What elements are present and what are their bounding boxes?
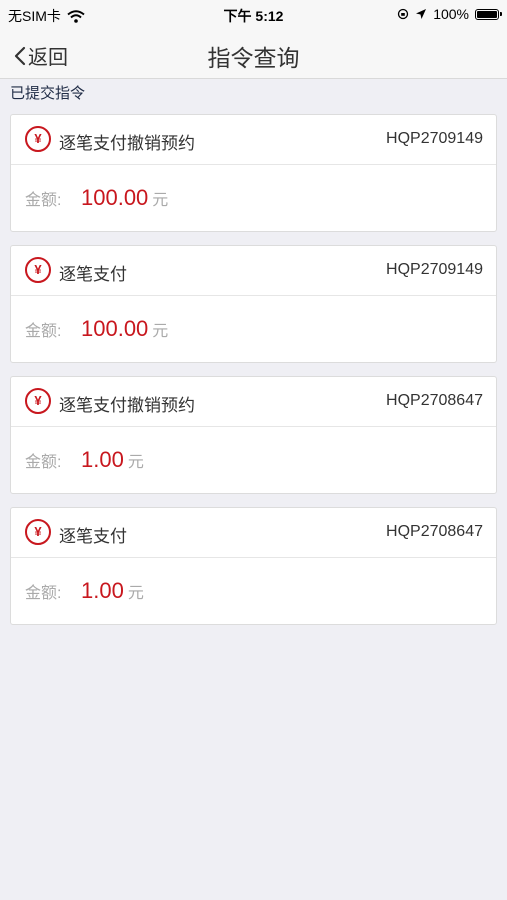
amount-row: 金额: 100.00 元 — [25, 185, 168, 211]
card-header: ¥ 逐笔支付撤销预约 HQP2708647 — [11, 377, 496, 427]
amount-unit: 元 — [152, 192, 169, 209]
instruction-card[interactable]: ¥ 逐笔支付 HQP2709149 金额: 100.00 元 — [10, 245, 497, 363]
amount-unit: 元 — [127, 454, 144, 471]
amount-row: 金额: 100.00 元 — [25, 316, 168, 342]
yen-icon: ¥ — [25, 126, 51, 152]
amount-label: 金额: — [25, 323, 62, 340]
card-title: 逐笔支付撤销预约 — [59, 134, 195, 153]
card-code: HQP2709149 — [386, 261, 483, 278]
nav-bar: 返回 指令查询 — [0, 28, 507, 79]
card-header: ¥ 逐笔支付 HQP2708647 — [11, 508, 496, 558]
instruction-card[interactable]: ¥ 逐笔支付撤销预约 HQP2709149 金额: 100.00 元 — [10, 114, 497, 232]
yen-icon: ¥ — [25, 519, 51, 545]
instruction-card[interactable]: ¥ 逐笔支付 HQP2708647 金额: 1.00 元 — [10, 507, 497, 625]
amount-label: 金额: — [25, 192, 62, 209]
amount-unit: 元 — [127, 585, 144, 602]
page-title: 指令查询 — [207, 45, 300, 71]
battery-icon — [475, 8, 502, 20]
amount-row: 金额: 1.00 元 — [25, 578, 144, 604]
yen-icon: ¥ — [25, 257, 51, 283]
card-header: ¥ 逐笔支付 HQP2709149 — [11, 246, 496, 296]
status-right: 100% — [397, 6, 502, 22]
card-title: 逐笔支付 — [59, 527, 127, 546]
location-arrow-icon — [416, 9, 427, 19]
amount-row: 金额: 1.00 元 — [25, 447, 144, 473]
card-code: HQP2709149 — [386, 130, 483, 147]
orientation-lock-icon — [398, 8, 409, 20]
amount-value: 100.00 — [81, 185, 149, 210]
status-bar: 无SIM卡 下午 5:12 100% — [0, 0, 507, 28]
card-code: HQP2708647 — [386, 523, 483, 540]
amount-label: 金额: — [25, 454, 62, 471]
amount-label: 金额: — [25, 585, 62, 602]
amount-value: 100.00 — [81, 316, 149, 341]
section-label: 已提交指令 — [10, 85, 86, 102]
card-title: 逐笔支付撤销预约 — [59, 396, 195, 415]
instruction-card[interactable]: ¥ 逐笔支付撤销预约 HQP2708647 金额: 1.00 元 — [10, 376, 497, 494]
card-code: HQP2708647 — [386, 392, 483, 409]
yen-icon: ¥ — [25, 388, 51, 414]
battery-percent: 100% — [433, 6, 469, 22]
amount-value: 1.00 — [81, 578, 124, 603]
card-header: ¥ 逐笔支付撤销预约 HQP2709149 — [11, 115, 496, 165]
card-title: 逐笔支付 — [59, 265, 127, 284]
amount-unit: 元 — [152, 323, 169, 340]
amount-value: 1.00 — [81, 447, 124, 472]
